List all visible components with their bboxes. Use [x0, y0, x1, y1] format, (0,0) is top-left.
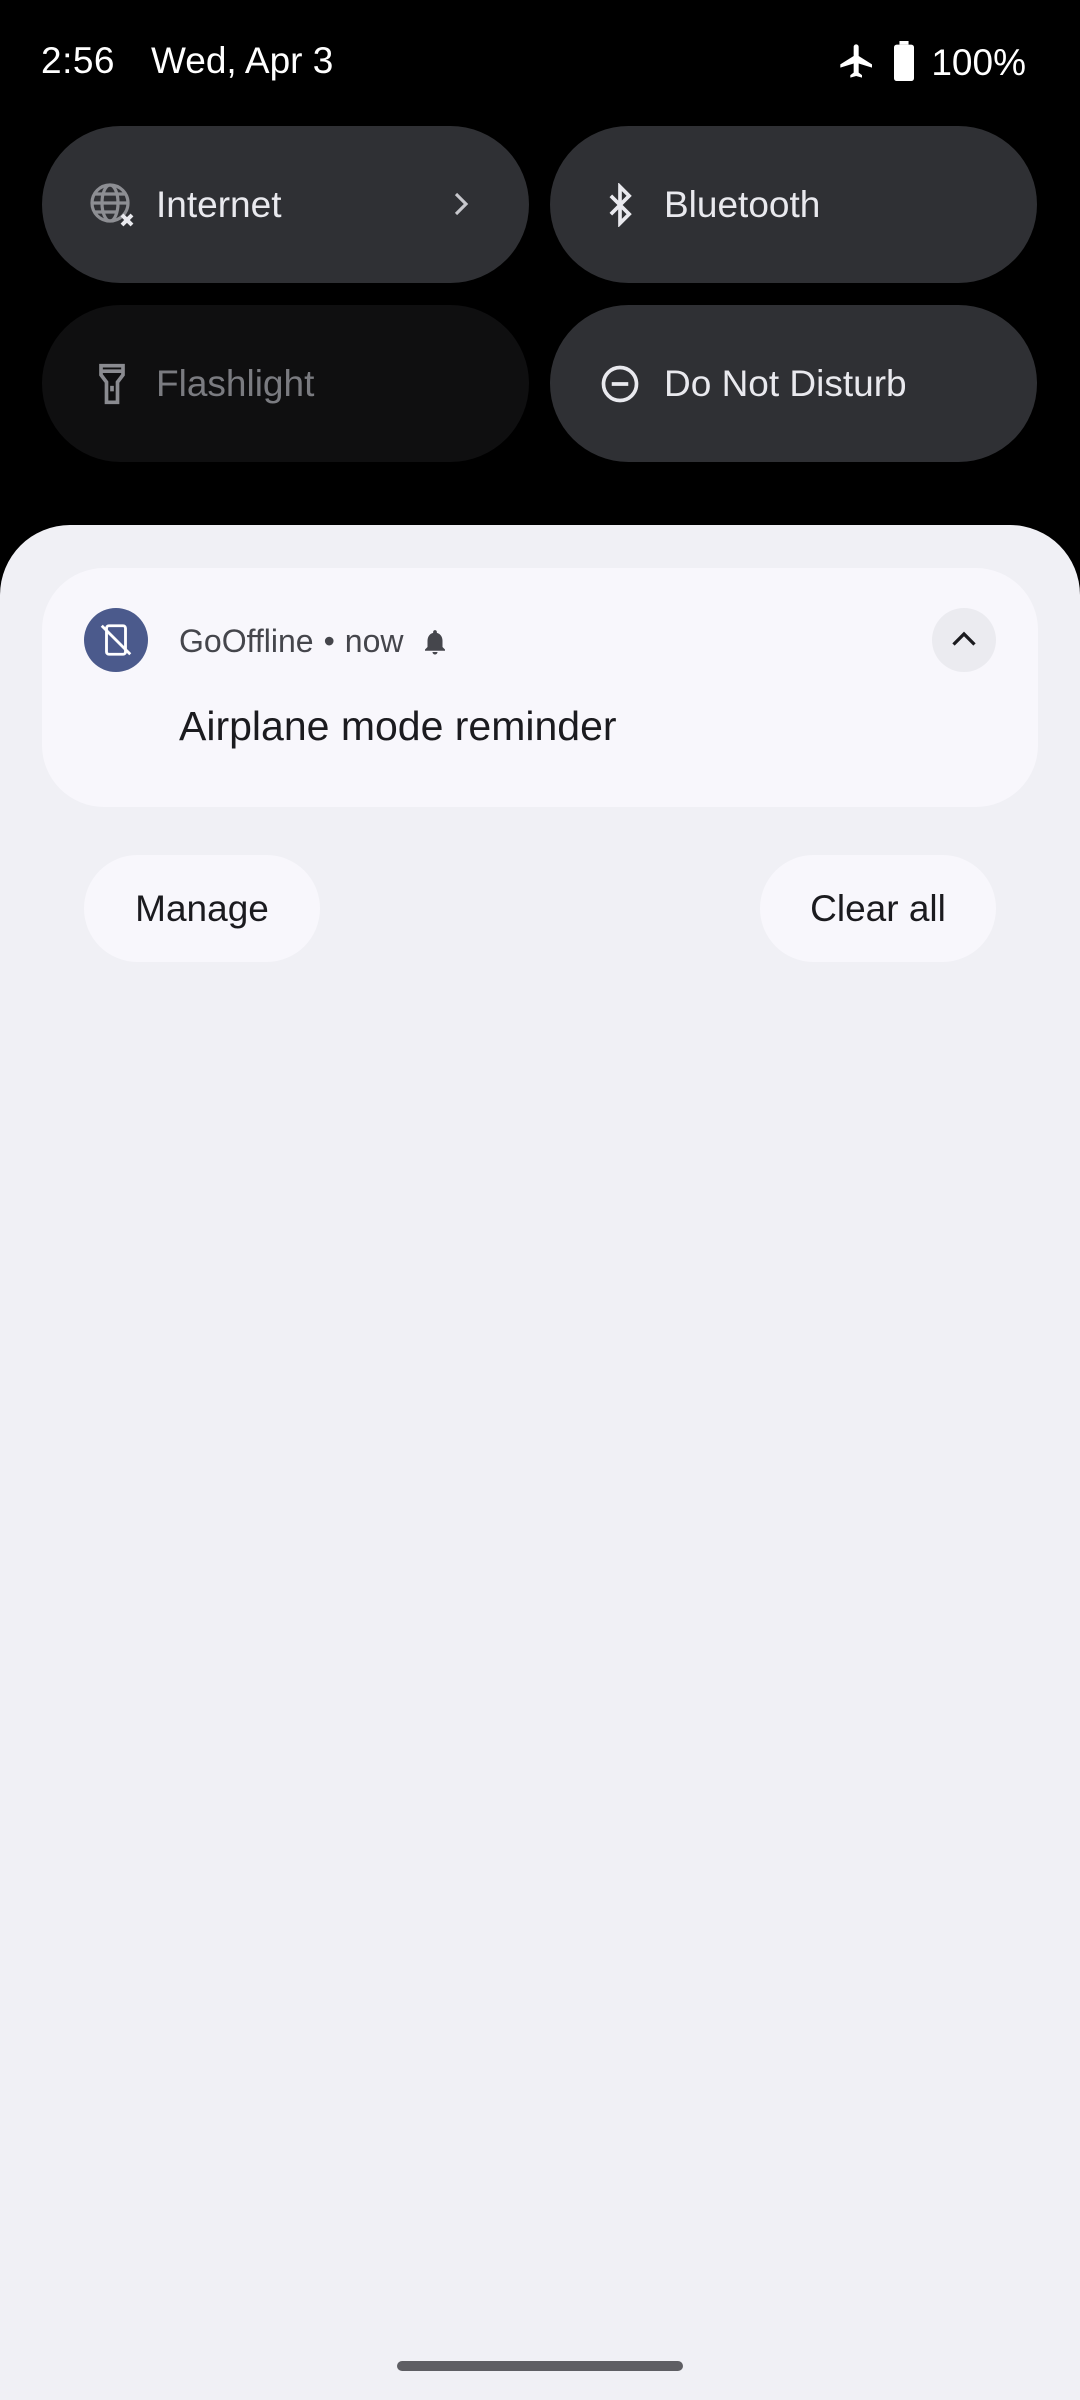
chevron-up-icon[interactable] [932, 608, 996, 672]
notification-title: Airplane mode reminder [179, 703, 617, 749]
globe-off-icon [86, 179, 138, 231]
status-time: 2:56 [41, 40, 116, 81]
tile-label: Flashlight [156, 362, 315, 404]
tile-do-not-disturb[interactable]: Do Not Disturb [550, 305, 1037, 462]
bluetooth-icon [594, 179, 646, 231]
tile-bluetooth[interactable]: Bluetooth [550, 126, 1037, 283]
notification-shade: GoOffline • now Airplane mode reminder M… [0, 525, 1080, 2400]
flashlight-icon [86, 358, 138, 410]
chevron-right-icon [435, 178, 487, 230]
tile-internet[interactable]: Internet [42, 126, 529, 283]
home-indicator[interactable] [397, 2361, 683, 2371]
clear-all-button[interactable]: Clear all [760, 855, 996, 962]
airplane-icon [837, 41, 877, 86]
notification-header: GoOffline • now [179, 623, 450, 660]
tile-label: Bluetooth [664, 183, 821, 225]
tile-label: Do Not Disturb [664, 362, 907, 404]
status-bar: 2:56 Wed, Apr 3 100% [0, 0, 1080, 126]
battery-percentage: 100% [931, 42, 1026, 83]
tile-label: Internet [156, 183, 282, 225]
battery-icon [891, 40, 917, 86]
notification-time: now [344, 623, 404, 659]
phone-off-icon [84, 608, 148, 672]
do-not-disturb-icon [594, 358, 646, 410]
manage-button[interactable]: Manage [84, 855, 320, 962]
notification-card[interactable]: GoOffline • now Airplane mode reminder [42, 568, 1038, 807]
status-icons: 100% [837, 38, 1026, 88]
bell-icon [420, 627, 450, 657]
separator: • [323, 623, 335, 659]
status-date: Wed, Apr 3 [151, 40, 334, 81]
tile-flashlight[interactable]: Flashlight [42, 305, 529, 462]
app-name: GoOffline [179, 623, 314, 659]
